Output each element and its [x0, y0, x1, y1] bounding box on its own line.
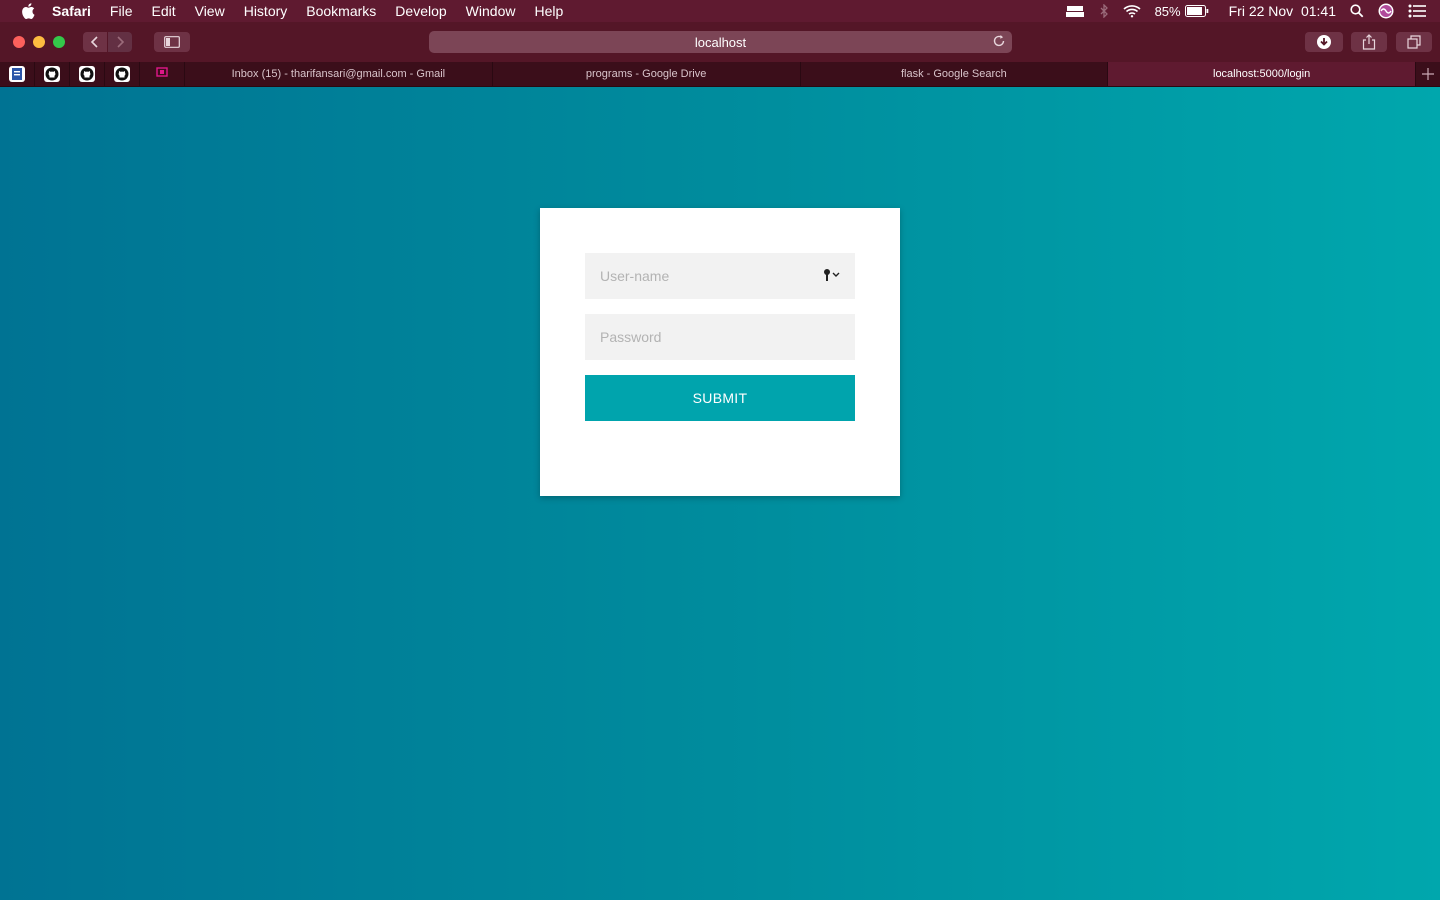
spotlight-search-icon[interactable]	[1350, 4, 1364, 18]
drive-icon[interactable]	[1065, 4, 1085, 18]
menu-file[interactable]: File	[110, 3, 133, 19]
pinned-tab-github-2[interactable]	[70, 62, 105, 86]
siri-icon[interactable]	[1378, 3, 1394, 19]
menu-window[interactable]: Window	[466, 3, 516, 19]
password-autofill-key-icon[interactable]	[823, 268, 841, 285]
address-bar[interactable]: localhost	[429, 31, 1012, 53]
sidebar-toggle-button[interactable]	[154, 32, 190, 52]
password-placeholder: Password	[600, 329, 662, 345]
sidebar-icon	[164, 36, 180, 48]
tab-gmail[interactable]: Inbox (15) - tharifansari@gmail.com - Gm…	[185, 62, 493, 86]
back-button[interactable]	[83, 32, 107, 52]
menu-bookmarks[interactable]: Bookmarks	[306, 3, 376, 19]
tab-google-search[interactable]: flask - Google Search	[801, 62, 1109, 86]
menu-bar: Safari File Edit View History Bookmarks …	[0, 0, 1440, 22]
downloads-button[interactable]	[1305, 32, 1343, 52]
new-tab-button[interactable]	[1416, 62, 1440, 86]
close-window-button[interactable]	[13, 36, 25, 48]
download-icon	[1317, 35, 1331, 49]
share-icon	[1362, 34, 1376, 50]
tab-title: programs - Google Drive	[585, 68, 707, 80]
battery-icon[interactable]	[1184, 5, 1209, 17]
tabs-overview-icon	[1407, 35, 1421, 49]
pinned-tab-github-1[interactable]	[35, 62, 70, 86]
password-field[interactable]: Password	[585, 314, 855, 360]
bluetooth-icon[interactable]	[1099, 4, 1109, 18]
minimize-window-button[interactable]	[33, 36, 45, 48]
chevron-left-icon	[90, 36, 98, 48]
chevron-right-icon	[117, 36, 125, 48]
tab-title: flask - Google Search	[900, 68, 1007, 80]
pinned-tab-bookmark[interactable]	[0, 62, 35, 86]
clock[interactable]: Fri 22 Nov 01:41	[1229, 3, 1336, 19]
github-icon	[79, 66, 95, 82]
menu-edit[interactable]: Edit	[151, 3, 175, 19]
menu-help[interactable]: Help	[534, 3, 563, 19]
github-icon	[114, 66, 130, 82]
tab-localhost-login[interactable]: localhost:5000/login	[1108, 62, 1416, 86]
pinned-tab-app[interactable]	[140, 62, 185, 86]
battery-percent: 85%	[1154, 3, 1181, 19]
username-field[interactable]: User-name	[585, 253, 855, 299]
menu-history[interactable]: History	[244, 3, 288, 19]
app-favicon-icon	[156, 65, 168, 83]
browser-toolbar: localhost	[0, 22, 1440, 62]
forward-button[interactable]	[108, 32, 132, 52]
login-card: User-name Password SUBMIT	[540, 208, 900, 496]
status-area: 85% Fri 22 Nov 01:41	[1065, 0, 1440, 22]
tab-bar: Inbox (15) - tharifansari@gmail.com - Gm…	[0, 62, 1440, 87]
pinned-tab-github-3[interactable]	[105, 62, 140, 86]
share-button[interactable]	[1351, 32, 1387, 52]
tab-title: Inbox (15) - tharifansari@gmail.com - Gm…	[231, 68, 446, 80]
show-tabs-button[interactable]	[1396, 32, 1432, 52]
zoom-window-button[interactable]	[53, 36, 65, 48]
submit-button[interactable]: SUBMIT	[585, 375, 855, 421]
address-text: localhost	[694, 34, 747, 50]
menu-develop[interactable]: Develop	[395, 3, 446, 19]
page-viewport: User-name Password SUBMIT	[0, 87, 1440, 900]
tab-title: localhost:5000/login	[1213, 68, 1311, 80]
plus-icon	[1422, 68, 1434, 80]
wifi-icon[interactable]	[1123, 4, 1141, 18]
menu-app-safari[interactable]: Safari	[52, 3, 91, 19]
bookmark-favicon-icon	[9, 66, 25, 82]
reload-icon[interactable]	[992, 34, 1006, 51]
apple-menu-icon[interactable]	[18, 0, 38, 22]
tab-google-drive[interactable]: programs - Google Drive	[493, 62, 801, 86]
menu-view[interactable]: View	[195, 3, 225, 19]
username-placeholder: User-name	[600, 268, 670, 284]
notification-center-icon[interactable]	[1408, 4, 1426, 18]
github-icon	[44, 66, 60, 82]
window-controls	[13, 36, 73, 48]
